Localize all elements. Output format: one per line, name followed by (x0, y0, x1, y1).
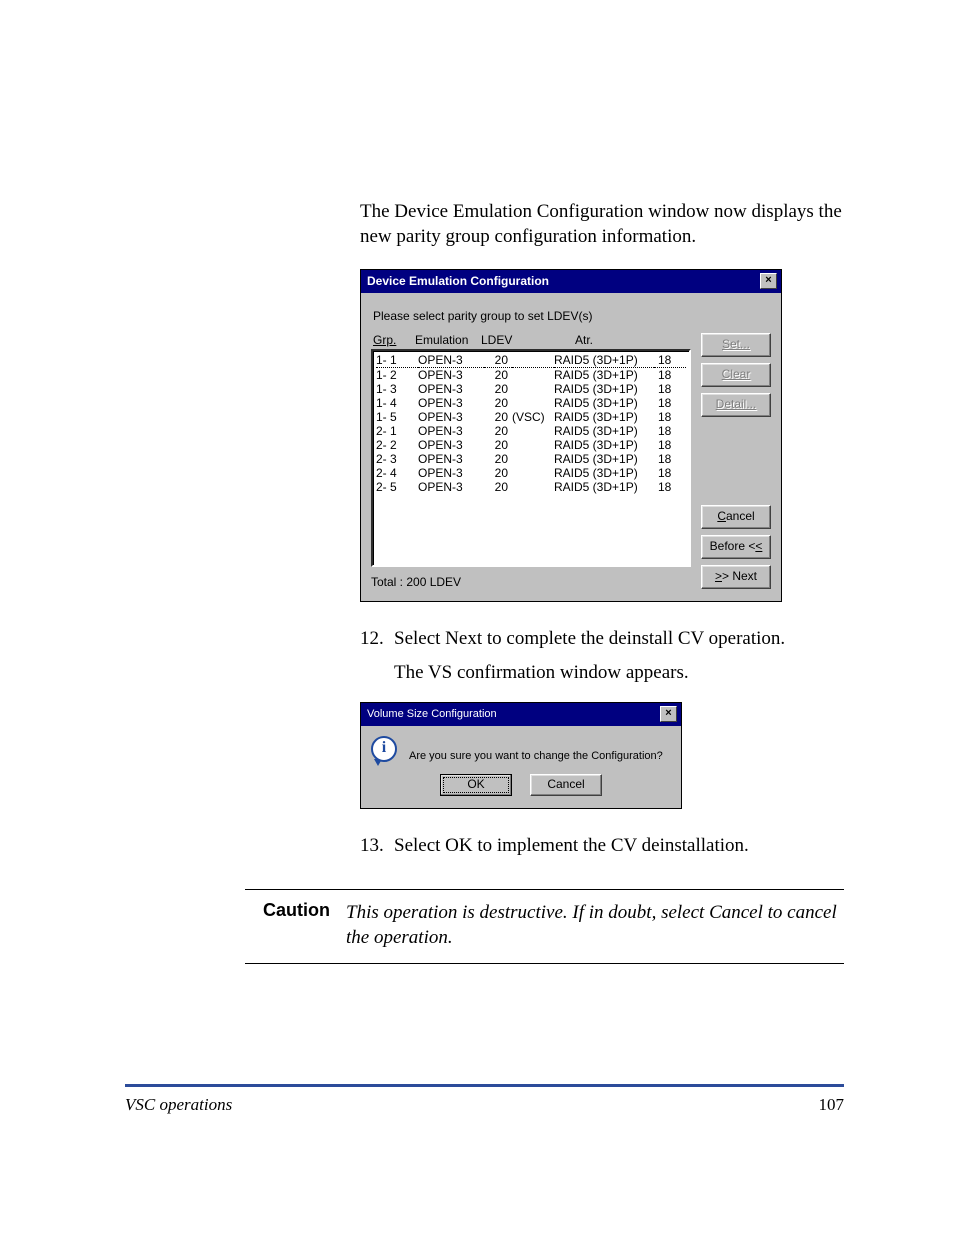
table-row[interactable]: 1- 1OPEN-320RAID5 (3D+1P)18 (376, 353, 686, 368)
table-row[interactable]: 2- 4OPEN-320RAID5 (3D+1P)18 (376, 466, 686, 480)
before-button[interactable]: Before << (701, 535, 771, 559)
header-atr: Atr. (575, 333, 689, 347)
table-row[interactable]: 2- 2OPEN-320RAID5 (3D+1P)18 (376, 438, 686, 452)
step-13-number: 13. (360, 833, 394, 859)
close-icon[interactable]: × (760, 273, 777, 289)
table-row[interactable]: 1- 5OPEN-320(VSC)RAID5 (3D+1P)18 (376, 410, 686, 424)
vs-titlebar: Volume Size Configuration × (361, 703, 681, 726)
total-label: Total : 200 LDEV (371, 575, 691, 589)
close-icon[interactable]: × (660, 706, 677, 722)
step-13-text: Select OK to implement the CV deinstalla… (394, 833, 844, 859)
vs-title: Volume Size Configuration (367, 708, 497, 720)
ok-button[interactable]: OK (440, 774, 512, 796)
table-row[interactable]: 1- 3OPEN-320RAID5 (3D+1P)18 (376, 382, 686, 396)
next-button[interactable]: >> Next (701, 565, 771, 589)
device-emulation-config-window: Device Emulation Configuration × Please … (360, 269, 782, 602)
table-row[interactable]: 2- 5OPEN-320RAID5 (3D+1P)18 (376, 480, 686, 494)
cancel-button[interactable]: Cancel (530, 774, 602, 796)
header-grp: Grp. (373, 333, 396, 347)
step-12-number: 12. (360, 626, 394, 652)
parity-group-listbox[interactable]: 1- 1OPEN-320RAID5 (3D+1P)181- 2OPEN-320R… (371, 349, 691, 567)
caution-block: Caution This operation is destructive. I… (245, 889, 844, 964)
step-12-sub: The VS confirmation window appears. (394, 662, 844, 684)
step-13: 13. Select OK to implement the CV deinst… (360, 833, 844, 859)
dec-titlebar: Device Emulation Configuration × (361, 270, 781, 293)
header-emulation: Emulation (415, 333, 481, 347)
caution-label: Caution (245, 900, 330, 951)
dec-headers: Grp. Emulation LDEV Atr. (373, 333, 689, 347)
vs-confirmation-window: Volume Size Configuration × Are you sure… (360, 702, 682, 809)
vs-message: Are you sure you want to change the Conf… (409, 750, 663, 762)
info-icon (371, 736, 397, 762)
page-number: 107 (819, 1095, 845, 1115)
header-ldev: LDEV (481, 333, 533, 347)
table-row[interactable]: 2- 3OPEN-320RAID5 (3D+1P)18 (376, 452, 686, 466)
dec-title: Device Emulation Configuration (367, 274, 549, 288)
set-button[interactable]: Set... (701, 333, 771, 357)
step-12: 12. Select Next to complete the deinstal… (360, 626, 844, 652)
dec-instruction: Please select parity group to set LDEV(s… (373, 309, 769, 323)
step-12-text: Select Next to complete the deinstall CV… (394, 626, 844, 652)
footer-section: VSC operations (125, 1095, 232, 1115)
intro-paragraph: The Device Emulation Configuration windo… (360, 200, 844, 249)
table-row[interactable]: 1- 4OPEN-320RAID5 (3D+1P)18 (376, 396, 686, 410)
clear-button[interactable]: Clear (701, 363, 771, 387)
caution-text: This operation is destructive. If in dou… (346, 900, 844, 951)
table-row[interactable]: 2- 1OPEN-320RAID5 (3D+1P)18 (376, 424, 686, 438)
detail-button[interactable]: Detail... (701, 393, 771, 417)
page-footer: VSC operations 107 (0, 1084, 954, 1115)
cancel-button[interactable]: Cancel (701, 505, 771, 529)
table-row[interactable]: 1- 2OPEN-320RAID5 (3D+1P)18 (376, 368, 686, 382)
